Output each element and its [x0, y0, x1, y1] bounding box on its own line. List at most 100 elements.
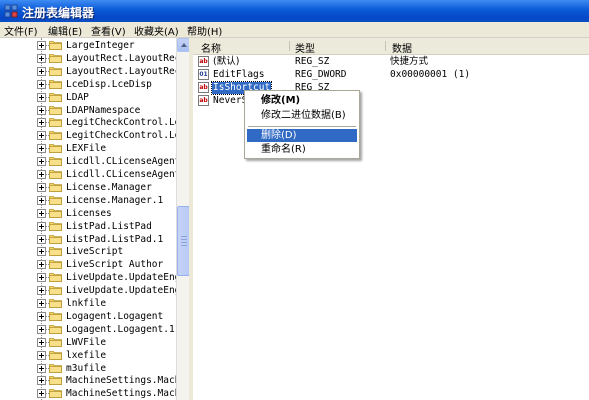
tree-item-label: m3ufile: [66, 362, 107, 374]
expand-plus-icon[interactable]: [37, 286, 46, 296]
tree-item[interactable]: License.Manager.1: [0, 194, 176, 207]
tree-item[interactable]: LayoutRect.LayoutRect: [0, 52, 186, 65]
tree-item[interactable]: ListPad.ListPad.1: [0, 233, 176, 246]
column-header-data[interactable]: 数据: [392, 40, 412, 55]
expand-plus-icon[interactable]: [37, 247, 46, 257]
menu-help[interactable]: 帮助(H): [187, 23, 222, 38]
grip-line: [181, 242, 187, 243]
tree-item[interactable]: Licdll.CLicenseAgent.1: [0, 168, 189, 181]
tree-item[interactable]: LayoutRect.LayoutRect.1: [0, 65, 189, 78]
tree-item[interactable]: LiveScript: [0, 245, 176, 258]
tree-item[interactable]: LceDisp.LceDisp: [0, 78, 176, 91]
context-menu-delete[interactable]: 删除(D): [247, 129, 357, 142]
tree-item-label: ListPad.ListPad: [66, 220, 152, 232]
expand-plus-icon[interactable]: [37, 118, 46, 128]
tree-item[interactable]: lnkfile: [0, 297, 176, 310]
folder-icon: [49, 208, 62, 218]
expand-plus-icon[interactable]: [37, 337, 46, 347]
expand-plus-icon[interactable]: [37, 170, 46, 179]
expand-plus-icon[interactable]: [37, 131, 46, 141]
tree-item[interactable]: m3ufile: [0, 362, 176, 375]
menu-file[interactable]: 文件(F): [4, 23, 38, 38]
value-row[interactable]: ab (默认) REG_SZ 快捷方式: [193, 55, 589, 69]
context-menu-rename[interactable]: 重命名(R): [247, 143, 357, 156]
tree-item-label: LegitCheckControl.Legit: [66, 117, 189, 129]
list-header: 名称 类型 数据: [193, 38, 589, 55]
registry-tree[interactable]: LargeInteger LayoutRect.LayoutRect LayoutR…: [0, 38, 189, 400]
context-menu-modify-binary[interactable]: 修改二进位数据(B): [247, 109, 357, 122]
tree-item-label: lnkfile: [66, 298, 107, 309]
tree-item[interactable]: lxefile: [0, 349, 176, 362]
expand-plus-icon[interactable]: [37, 324, 46, 334]
column-divider[interactable]: [289, 41, 290, 51]
tree-item[interactable]: LiveScript Author: [0, 258, 176, 271]
tree-item[interactable]: MachineSettings.Machine: [0, 374, 189, 387]
expand-plus-icon[interactable]: [37, 260, 46, 270]
expand-plus-icon[interactable]: [37, 92, 46, 102]
folder-icon: [49, 66, 62, 76]
tree-item[interactable]: LegitCheckControl.Legit: [0, 129, 189, 142]
column-header-type[interactable]: 类型: [295, 40, 315, 55]
expand-plus-icon[interactable]: [37, 350, 46, 360]
menu-edit[interactable]: 编辑(E): [48, 23, 82, 38]
value-row[interactable]: 01 EditFlags REG_DWORD 0x00000001 (1): [193, 68, 589, 82]
tree-vertical-scrollbar[interactable]: [176, 38, 190, 400]
tree-item[interactable]: LegitCheckControl.Legit: [0, 116, 189, 129]
column-divider[interactable]: [385, 41, 386, 51]
tree-item-label: lxefile: [66, 349, 107, 361]
folder-icon: [49, 324, 62, 334]
context-menu-label: 重命名(R): [261, 144, 306, 155]
tree-item[interactable]: LEXFile: [0, 142, 176, 155]
tree-item[interactable]: License.Manager: [0, 181, 176, 194]
tree-item[interactable]: LDAPNamespace: [0, 104, 176, 117]
tree-item[interactable]: Licdll.CLicenseAgent: [0, 155, 180, 168]
column-header-name[interactable]: 名称: [201, 40, 221, 55]
menu-view[interactable]: 查看(V): [91, 23, 126, 38]
menu-favorites[interactable]: 收藏夹(A): [134, 23, 179, 38]
title-bar[interactable]: 注册表编辑器: [0, 0, 589, 22]
expand-plus-icon[interactable]: [37, 41, 46, 50]
tree-item-label: ListPad.ListPad.1: [66, 233, 164, 245]
tree-item-label: Licdll.CLicenseAgent.1: [66, 169, 189, 180]
tree-item-label: LEXFile: [66, 143, 107, 155]
expand-plus-icon[interactable]: [37, 195, 46, 205]
context-menu-modify[interactable]: 修改(M): [247, 94, 357, 107]
tree-item[interactable]: LiveUpdate.UpdateEngine: [0, 271, 189, 284]
tree-item[interactable]: ListPad.ListPad: [0, 220, 176, 233]
tree-item[interactable]: Logagent.Logagent.1: [0, 323, 176, 336]
tree-item-label: LargeInteger: [66, 40, 135, 51]
folder-icon: [49, 299, 62, 308]
expand-plus-icon[interactable]: [37, 105, 46, 115]
tree-item[interactable]: LDAP: [0, 91, 176, 104]
tree-item[interactable]: Licenses: [0, 207, 176, 220]
context-menu: 修改(M) 修改二进位数据(B) 删除(D) 重命名(R): [244, 90, 360, 159]
expand-plus-icon[interactable]: [37, 208, 46, 218]
tree-item[interactable]: LiveUpdate.UpdateEngine: [0, 284, 189, 297]
tree-item[interactable]: Logagent.Logagent: [0, 310, 176, 323]
folder-icon: [49, 376, 62, 386]
expand-plus-icon[interactable]: [37, 53, 46, 63]
tree-item-label: LayoutRect.LayoutRect: [66, 52, 187, 64]
expand-plus-icon[interactable]: [37, 363, 46, 373]
tree-item[interactable]: MachineSettings.Machine: [0, 387, 189, 400]
folder-icon: [49, 234, 62, 244]
tree-item-label: License.Manager: [66, 181, 152, 193]
expand-plus-icon[interactable]: [37, 79, 46, 89]
expand-plus-icon[interactable]: [37, 182, 46, 192]
tree-item-label: LegitCheckControl.Legit: [66, 130, 189, 142]
tree-item-label: MachineSettings.Machine: [66, 375, 189, 387]
expand-plus-icon[interactable]: [37, 389, 46, 399]
expand-plus-icon[interactable]: [37, 273, 46, 283]
expand-plus-icon[interactable]: [37, 376, 46, 386]
expand-plus-icon[interactable]: [37, 66, 46, 76]
expand-plus-icon[interactable]: [37, 234, 46, 244]
tree-item[interactable]: LWVFile: [0, 336, 176, 349]
value-data: 快捷方式: [390, 56, 429, 67]
expand-plus-icon[interactable]: [37, 157, 46, 167]
tree-item[interactable]: LargeInteger: [0, 39, 176, 52]
value-name: (默认): [213, 56, 240, 67]
expand-plus-icon[interactable]: [37, 221, 46, 231]
expand-plus-icon[interactable]: [37, 299, 46, 308]
expand-plus-icon[interactable]: [37, 311, 46, 321]
expand-plus-icon[interactable]: [37, 144, 46, 154]
